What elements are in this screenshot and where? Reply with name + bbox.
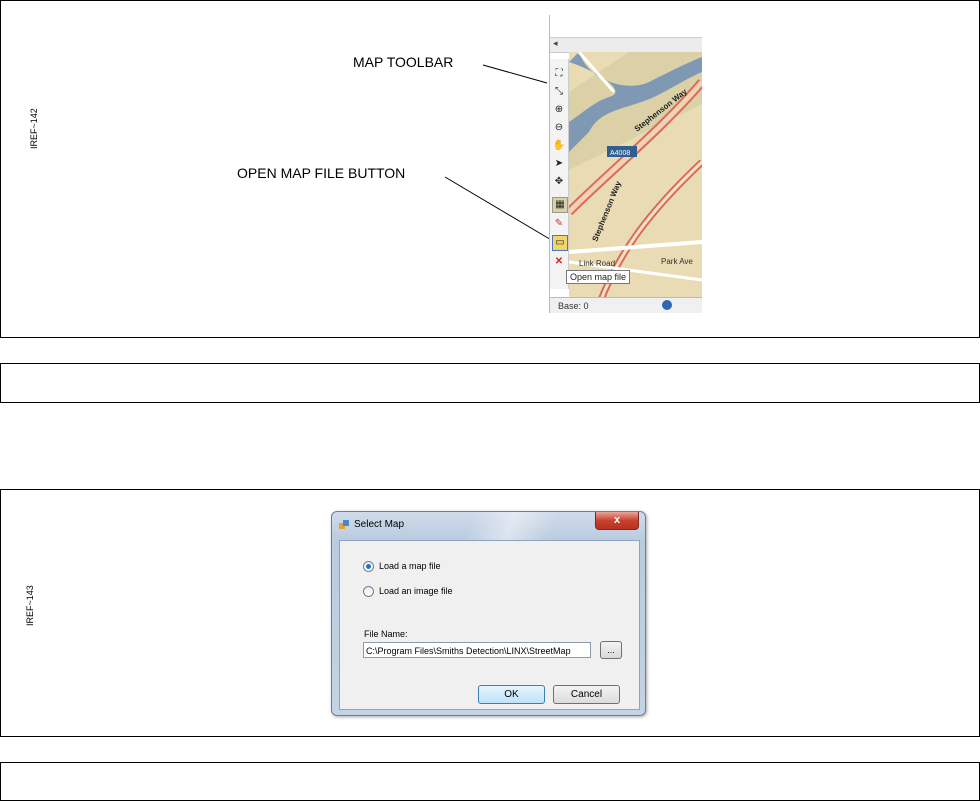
delete-icon[interactable]: ✕ [552,255,566,269]
pencil-icon[interactable]: ✎ [552,217,566,231]
radio-load-map-file-label[interactable]: Load a map file [379,561,441,571]
select-map-dialog: Select Map x Load a map file Load an ima… [331,511,646,716]
figure-frame-map-toolbar: IREF~142 MAP TOOLBAR OPEN MAP FILE BUTTO… [0,0,980,338]
dialog-title: Select Map [354,519,405,530]
fit-view-icon[interactable]: ⤡ [552,85,566,99]
scroll-left-icon[interactable]: ◂ [553,38,558,49]
file-name-label: File Name: [364,629,408,639]
radio-load-map-file[interactable] [363,561,374,572]
road-label-park-ave: Park Ave [661,257,693,266]
close-button[interactable]: x [595,512,639,530]
figure-caption-box-1 [0,363,980,403]
zoom-out-icon[interactable]: ⊖ [552,121,566,135]
road-label-link-road: Link Road [579,259,615,268]
app-icon [339,520,349,529]
radio-load-image-file[interactable] [363,586,374,597]
horizontal-scrollbar[interactable]: ◂ [550,37,702,53]
iref-label: IREF~142 [29,108,39,149]
iref-label: IREF~143 [25,585,35,626]
select-arrow-icon[interactable]: ➤ [552,157,566,171]
leader-open [444,176,554,242]
pan-hand-icon[interactable]: ✋ [552,139,566,153]
callout-leader-lines [444,64,554,242]
cancel-button[interactable]: Cancel [553,685,620,704]
radio-load-image-file-label[interactable]: Load an image file [379,586,453,596]
street-map[interactable]: A4008 Stephenson Way Stephenson Way Link… [569,52,702,305]
callout-map-toolbar: MAP TOOLBAR [353,54,454,70]
layers-icon[interactable]: ▦ [552,197,568,213]
open-map-file-icon[interactable]: ▭ [552,235,568,251]
road-shield-label: A4008 [610,150,630,157]
status-base-label: Base: 0 [558,301,589,311]
leader-toolbar [482,64,548,84]
zoom-extent-icon[interactable]: ⛶ [552,67,566,81]
figure-caption-box-2 [0,762,980,801]
callout-open-map-file: OPEN MAP FILE BUTTON [237,165,406,181]
info-icon[interactable] [662,300,672,310]
zoom-in-icon[interactable]: ⊕ [552,103,566,117]
file-name-input[interactable]: C:\Program Files\Smiths Detection\LINX\S… [363,642,591,658]
open-map-file-tooltip: Open map file [566,270,631,284]
dialog-body: Load a map file Load an image file File … [339,540,640,710]
browse-button[interactable]: ... [600,641,622,659]
ok-button[interactable]: OK [478,685,545,704]
move-icon[interactable]: ✥ [552,175,566,189]
map-toolbar: ⛶ ⤡ ⊕ ⊖ ✋ ➤ ✥ ▦ ✎ ▭ ✕ [550,59,569,289]
map-status-bar: Base: 0 [550,297,702,313]
map-screenshot: ◂ ⛶ ⤡ ⊕ ⊖ ✋ ➤ ✥ ▦ ✎ ▭ ✕ A4008 Stephenson… [549,15,702,313]
